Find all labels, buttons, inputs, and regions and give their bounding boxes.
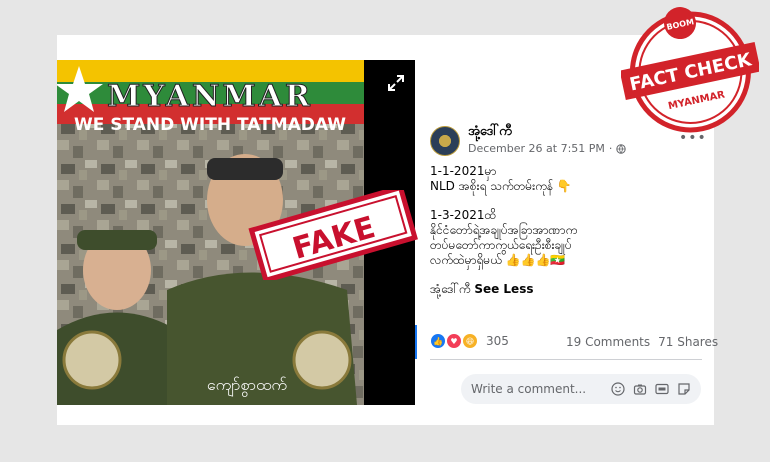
author-name[interactable]: အုံ့ဒေါ်ကီ [468, 123, 512, 142]
reaction-summary[interactable]: 👍 ♥ 😆 305 [430, 333, 509, 349]
shares-count[interactable]: 71 Shares [658, 335, 718, 349]
fake-stamp: FAKE [248, 190, 418, 280]
banner-title: MYANMAR [107, 79, 313, 114]
gif-icon[interactable] [655, 382, 669, 396]
post-closing: အုံ့ဒေါ်ကီ See Less [430, 282, 700, 297]
globe-icon [616, 143, 627, 154]
post-text: 1-1-2021မှာ NLD အစိုးရ သက်တမ်းကုန် 👇 1-3… [430, 164, 700, 297]
comment-placeholder: Write a comment... [471, 382, 587, 396]
see-less-link[interactable]: See Less [474, 282, 533, 296]
engagement-counts: 19 Comments 71 Shares [566, 335, 718, 349]
banner-subtitle: WE STAND WITH TATMADAW [74, 115, 346, 135]
image-caption: ကျော်စွာထက် [207, 375, 288, 397]
avatar[interactable] [430, 126, 460, 156]
divider [430, 359, 702, 360]
focus-indicator [415, 325, 417, 359]
sticker-icon[interactable] [677, 382, 691, 396]
fact-check-badge: BOOM FACT CHECK MYANMAR [621, 7, 759, 133]
post-line: 1-3-2021ထိ [430, 208, 497, 222]
reaction-count: 305 [486, 334, 509, 348]
comments-count[interactable]: 19 Comments [566, 335, 650, 349]
post-line: နိုင်ငံတော်ရဲ့အချုပ်အခြာအာဏာက [430, 223, 578, 237]
post-meta: December 26 at 7:51 PM · [468, 142, 627, 155]
post-line: 1-1-2021မှာ [430, 164, 497, 178]
expand-icon[interactable] [385, 72, 407, 94]
love-icon: ♥ [446, 333, 462, 349]
like-icon: 👍 [430, 333, 446, 349]
post-line: NLD အစိုးရ သက်တမ်းကုန် 👇 [430, 179, 572, 193]
haha-icon: 😆 [462, 333, 478, 349]
closing-text: အုံ့ဒေါ်ကီ [430, 282, 471, 296]
post-line: တပ်မတော်ကာကွယ်ရေးဦးစီးချုပ် [430, 238, 572, 252]
post-line: လက်ထဲမှာရှိမယ် 👍👍👍🇲🇲 [430, 253, 566, 267]
post-timestamp[interactable]: December 26 at 7:51 PM [468, 142, 605, 155]
camera-icon[interactable] [633, 382, 647, 396]
emoji-icon[interactable] [611, 382, 625, 396]
meta-separator: · [608, 142, 613, 155]
comment-tools [611, 382, 691, 396]
comment-input[interactable]: Write a comment... [461, 374, 701, 404]
